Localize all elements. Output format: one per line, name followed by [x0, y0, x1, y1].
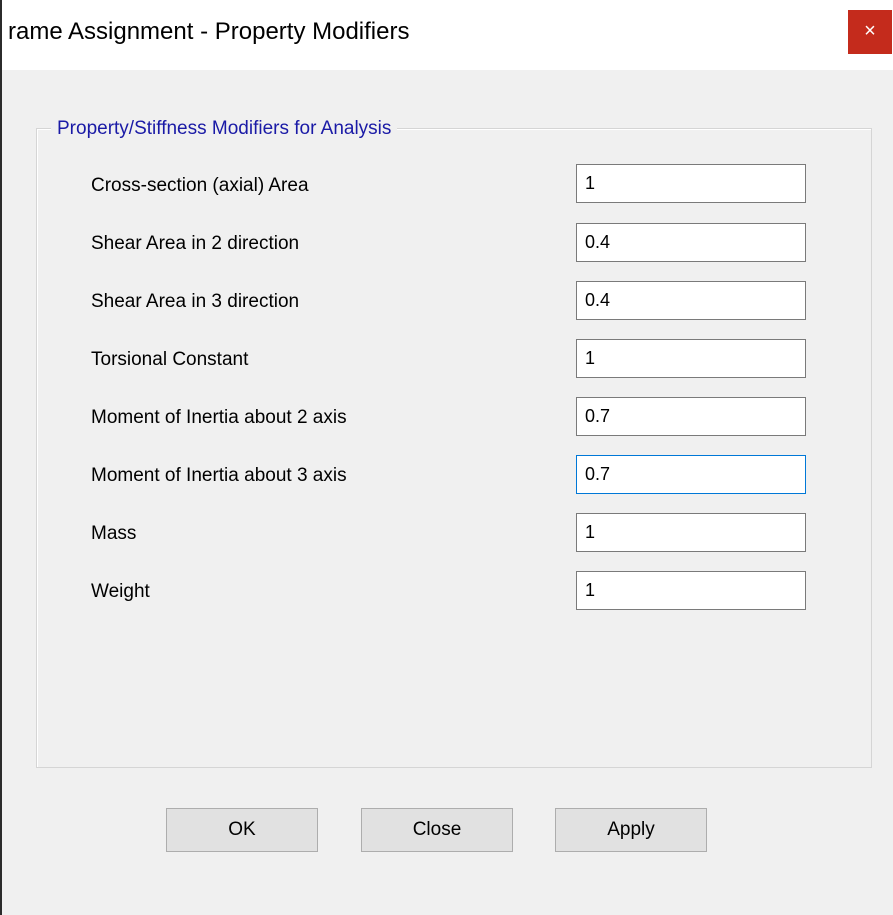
shear-area-3-input[interactable] [576, 281, 806, 320]
mass-input[interactable] [576, 513, 806, 552]
groupbox-title: Property/Stiffness Modifiers for Analysi… [51, 118, 398, 140]
property-modifiers-dialog: rame Assignment - Property Modifiers × P… [0, 0, 893, 915]
close-window-button[interactable]: × [848, 10, 892, 54]
label-torsional-constant: Torsional Constant [91, 349, 249, 370]
cross-section-area-input[interactable] [576, 164, 806, 203]
label-shear-area-2: Shear Area in 2 direction [91, 233, 300, 254]
close-button[interactable]: Close [361, 808, 513, 852]
label-mass: Mass [91, 523, 137, 544]
dialog-client-area: Property/Stiffness Modifiers for Analysi… [2, 70, 893, 915]
label-moment-inertia-3: Moment of Inertia about 3 axis [91, 465, 347, 486]
modifiers-groupbox: Property/Stiffness Modifiers for Analysi… [36, 118, 872, 768]
torsional-constant-input[interactable] [576, 339, 806, 378]
label-moment-inertia-2: Moment of Inertia about 2 axis [91, 407, 347, 428]
label-shear-area-3: Shear Area in 3 direction [91, 291, 300, 312]
moment-inertia-2-input[interactable] [576, 397, 806, 436]
label-weight: Weight [91, 581, 150, 602]
shear-area-2-input[interactable] [576, 223, 806, 262]
apply-button[interactable]: Apply [555, 808, 707, 852]
close-icon: × [864, 20, 876, 42]
title-bar[interactable]: rame Assignment - Property Modifiers × [2, 0, 893, 70]
label-cross-section-area: Cross-section (axial) Area [91, 175, 309, 196]
moment-inertia-3-input[interactable] [576, 455, 806, 494]
weight-input[interactable] [576, 571, 806, 610]
ok-button[interactable]: OK [166, 808, 318, 852]
dialog-title: rame Assignment - Property Modifiers [8, 18, 410, 45]
